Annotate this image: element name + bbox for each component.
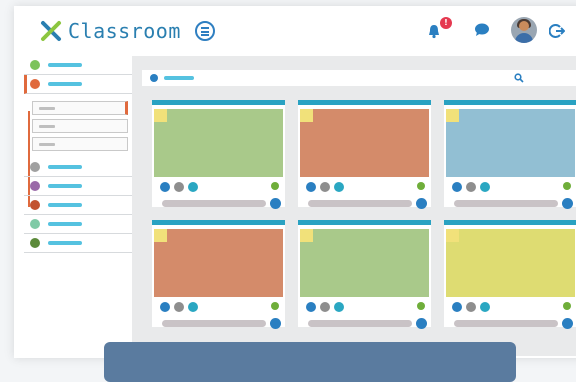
chat-icon[interactable] <box>474 23 490 37</box>
sub-item[interactable] <box>32 137 128 151</box>
sidebar-item[interactable] <box>24 196 132 215</box>
main-content <box>132 56 576 356</box>
sidebar <box>24 56 135 356</box>
arrow-right-icon[interactable] <box>270 198 281 209</box>
notification-badge: ! <box>440 17 452 29</box>
course-card[interactable] <box>298 220 431 329</box>
x-logo-icon <box>41 21 61 41</box>
share-icon[interactable] <box>154 109 167 122</box>
app-window: Classroom ! <box>14 6 576 358</box>
card-thumbnail <box>300 109 429 177</box>
card-thumbnail <box>446 229 575 297</box>
sidebar-item-active[interactable] <box>24 75 135 94</box>
arrow-right-icon[interactable] <box>270 318 281 329</box>
search-icon[interactable] <box>514 73 524 83</box>
sidebar-item[interactable] <box>24 177 132 196</box>
course-card[interactable] <box>152 100 285 209</box>
app-title: Classroom <box>68 19 181 43</box>
arrow-right-icon[interactable] <box>562 318 573 329</box>
card-thumbnail <box>446 109 575 177</box>
course-card[interactable] <box>444 100 576 209</box>
sub-item[interactable] <box>32 119 128 133</box>
status-dot <box>30 162 40 172</box>
logout-icon[interactable] <box>549 23 565 39</box>
menu-icon[interactable] <box>195 21 215 41</box>
sidebar-item[interactable] <box>24 234 132 253</box>
sidebar-item[interactable] <box>24 158 132 177</box>
avatar[interactable] <box>511 17 537 43</box>
arrow-right-icon[interactable] <box>562 198 573 209</box>
status-dot <box>30 181 40 191</box>
share-icon[interactable] <box>446 109 459 122</box>
arrow-right-icon[interactable] <box>416 198 427 209</box>
arrow-right-icon[interactable] <box>416 318 427 329</box>
top-bar: Classroom ! <box>14 6 576 56</box>
course-card[interactable] <box>444 220 576 329</box>
card-thumbnail <box>300 229 429 297</box>
share-icon[interactable] <box>300 229 313 242</box>
share-icon[interactable] <box>300 109 313 122</box>
status-dot <box>30 79 40 89</box>
status-dot <box>30 238 40 248</box>
course-card[interactable] <box>152 220 285 329</box>
sub-item[interactable] <box>32 101 128 115</box>
sidebar-item[interactable] <box>24 56 132 75</box>
status-dot <box>30 60 40 70</box>
bottom-tooltip <box>104 342 516 382</box>
sidebar-item[interactable] <box>24 215 132 234</box>
card-thumbnail <box>154 229 283 297</box>
share-icon[interactable] <box>154 229 167 242</box>
share-icon[interactable] <box>446 229 459 242</box>
search-bar[interactable] <box>142 70 576 86</box>
card-thumbnail <box>154 109 283 177</box>
status-dot <box>30 219 40 229</box>
course-card[interactable] <box>298 100 431 209</box>
status-dot <box>30 200 40 210</box>
